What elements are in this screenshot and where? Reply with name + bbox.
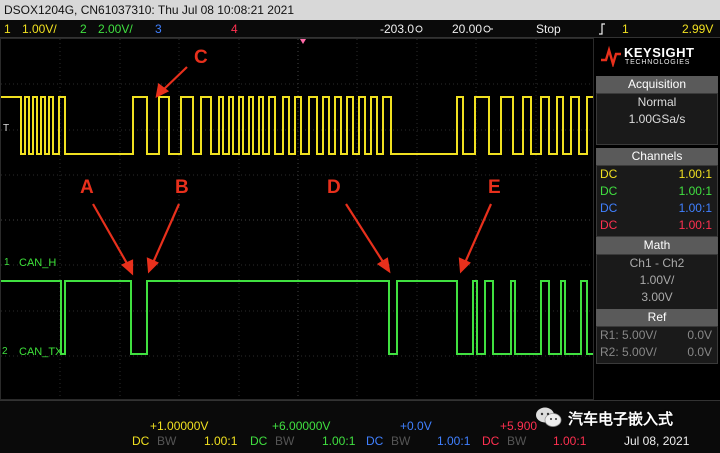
channel-row[interactable]: DC 1.00:1 — [597, 183, 717, 200]
ref-header[interactable]: Ref — [596, 309, 718, 326]
ref-name: R2: — [600, 345, 619, 359]
ch3-coupling: DC — [600, 201, 618, 215]
ref-row[interactable]: R2: 5.00V/0.0V — [597, 344, 717, 361]
math-offset: 3.00V — [641, 290, 673, 304]
keysight-wave-icon — [601, 45, 621, 67]
annotation-c: C — [194, 47, 208, 68]
ch2-coupling: DC — [250, 434, 268, 448]
timebase-readout[interactable]: 20.00 — [452, 20, 494, 38]
ch3-coupling: DC — [366, 434, 384, 448]
waveform-display[interactable]: T 1 2 CAN_H CAN_TX A B C D E — [0, 38, 594, 400]
ch3-number[interactable]: 3 — [155, 20, 162, 38]
ch4-bw: BW — [507, 434, 527, 448]
brand-name: KEYSIGHT — [624, 45, 695, 60]
ch2-ground-marker: 2 — [2, 346, 8, 357]
math-section[interactable]: Ch1 - Ch2 1.00V/ 3.00V — [596, 254, 718, 310]
run-state[interactable]: Stop — [536, 20, 561, 38]
annotation-e: E — [488, 177, 501, 198]
ch4-coupling: DC — [482, 434, 500, 448]
window-title: DSOX1204G, CN61037310: Thu Jul 08 10:08:… — [0, 0, 720, 20]
ch1-probe: 1.00:1 — [678, 167, 712, 181]
trigger-source[interactable]: 1 — [622, 20, 629, 38]
ch2-probe: 1.00:1 — [322, 434, 356, 448]
ch3-offset[interactable]: +0.0V — [400, 419, 432, 433]
clock-icon — [483, 25, 494, 33]
delay-readout[interactable]: -203.0 — [380, 20, 423, 38]
ch1-probe: 1.00:1 — [204, 434, 238, 448]
ch4-probe: 1.00:1 — [553, 434, 587, 448]
ch2-scale[interactable]: 2.00V/ — [98, 20, 133, 38]
acquisition-section[interactable]: Normal 1.00GSa/s — [596, 93, 718, 145]
trigger-edge-icon[interactable] — [598, 20, 606, 40]
wechat-watermark: 汽车电子嵌入式 — [532, 404, 717, 430]
waveform-canvas — [1, 39, 593, 399]
ref-row[interactable]: R1: 5.00V/0.0V — [597, 327, 717, 344]
trigger-position-marker — [300, 39, 306, 44]
status-bar: 1 1.00V/ 2 2.00V/ 3 4 -203.0 20.00 Stop … — [0, 20, 720, 38]
ref-name: R1: — [600, 328, 619, 342]
ch2-bw: BW — [275, 434, 295, 448]
ref-offset: 0.0V — [687, 328, 712, 342]
ref-section[interactable]: R1: 5.00V/0.0V R2: 5.00V/0.0V — [596, 326, 718, 364]
graticule — [1, 39, 593, 399]
ch2-coupling: DC — [600, 184, 618, 198]
clock-icon — [415, 25, 423, 33]
can-tx-label: CAN_TX — [19, 346, 63, 358]
brand-sub: TECHNOLOGIES — [625, 59, 691, 66]
acquisition-mode: Normal — [637, 95, 677, 109]
ref-offset: 0.0V — [687, 345, 712, 359]
annotation-a: A — [80, 177, 94, 198]
ch1-coupling: DC — [600, 167, 618, 181]
ch1-scale[interactable]: 1.00V/ — [22, 20, 57, 38]
ch1-number[interactable]: 1 — [4, 20, 11, 38]
ch4-probe: 1.00:1 — [678, 218, 712, 232]
annotation-d: D — [327, 177, 341, 198]
keysight-logo: KEYSIGHT TECHNOLOGIES — [598, 42, 716, 70]
math-header[interactable]: Math — [596, 237, 718, 254]
channels-header[interactable]: Channels — [596, 148, 718, 165]
ch1-trace — [1, 96, 593, 155]
ch4-number[interactable]: 4 — [231, 20, 238, 38]
trigger-level[interactable]: 2.99V — [682, 20, 713, 38]
can-h-label: CAN_H — [19, 257, 57, 269]
math-function: Ch1 - Ch2 — [629, 256, 685, 270]
ch1-bw: BW — [157, 434, 177, 448]
ch1-coupling: DC — [132, 434, 150, 448]
capture-date: Jul 08, 2021 — [624, 434, 690, 448]
acquisition-header[interactable]: Acquisition — [596, 76, 718, 93]
channel-row[interactable]: DC 1.00:1 — [597, 200, 717, 217]
side-panel: KEYSIGHT TECHNOLOGIES Acquisition Normal… — [594, 38, 720, 400]
ch2-number[interactable]: 2 — [80, 20, 87, 38]
ch2-offset[interactable]: +6.00000V — [272, 419, 330, 433]
annotation-b: B — [175, 177, 189, 198]
ch4-coupling: DC — [600, 218, 618, 232]
ch1-ground-marker: 1 — [4, 257, 10, 268]
ch3-bw: BW — [391, 434, 411, 448]
trigger-level-marker: T — [3, 123, 10, 134]
ch2-probe: 1.00:1 — [678, 184, 712, 198]
ref-scale: 5.00V/ — [622, 328, 657, 342]
sample-rate: 1.00GSa/s — [628, 112, 686, 126]
watermark-text: 汽车电子嵌入式 — [568, 411, 674, 428]
channels-section[interactable]: DC 1.00:1 DC 1.00:1 DC 1.00:1 DC 1.00:1 — [596, 165, 718, 237]
ch3-probe: 1.00:1 — [678, 201, 712, 215]
ch3-probe: 1.00:1 — [437, 434, 471, 448]
math-scale: 1.00V/ — [639, 273, 675, 287]
annotation-arrows — [92, 66, 493, 276]
ref-scale: 5.00V/ — [622, 345, 657, 359]
channel-row[interactable]: DC 1.00:1 — [597, 217, 717, 234]
channel-row[interactable]: DC 1.00:1 — [597, 166, 717, 183]
wechat-icon — [536, 407, 562, 427]
ch1-offset[interactable]: +1.00000V — [150, 419, 208, 433]
